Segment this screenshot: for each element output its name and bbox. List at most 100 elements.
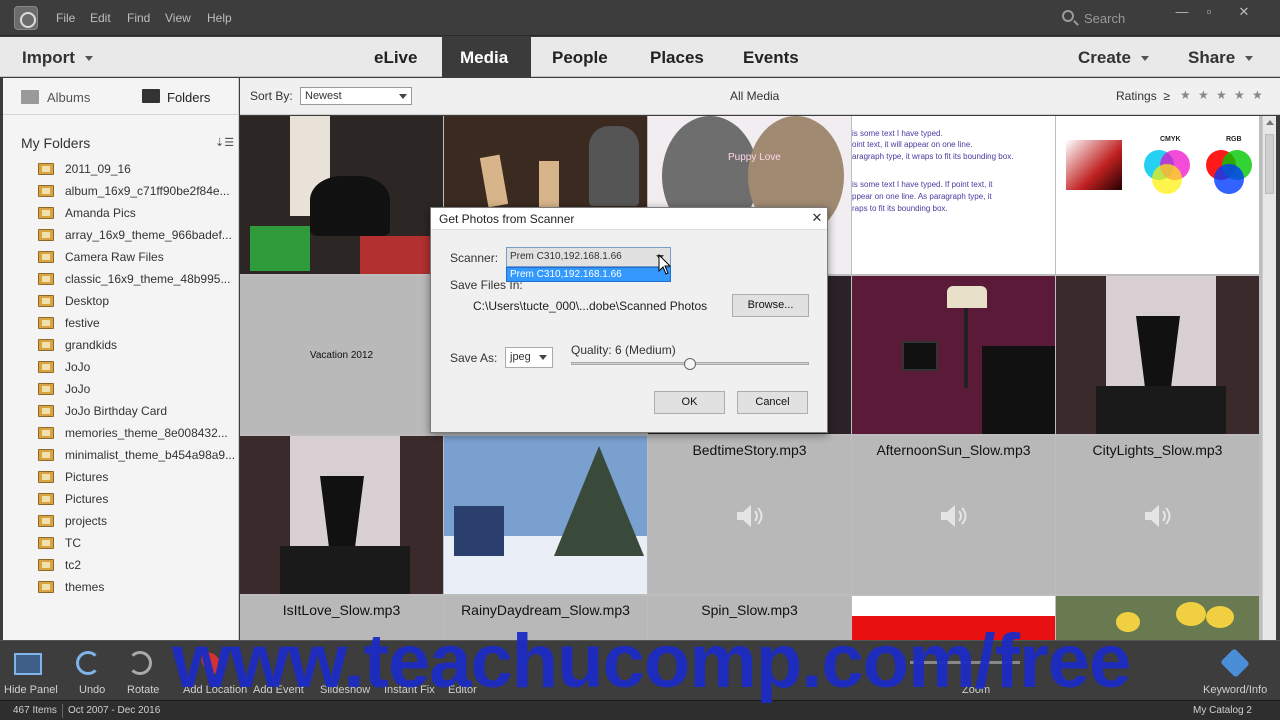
thumb-citylights[interactable]: CityLights_Slow.mp3 bbox=[1056, 436, 1259, 594]
folder-icon bbox=[38, 273, 54, 285]
catalog-name[interactable]: My Catalog 2 bbox=[1193, 705, 1252, 716]
folder-item[interactable]: 2011_09_16 bbox=[38, 159, 238, 179]
browse-button[interactable]: Browse... bbox=[732, 294, 809, 317]
left-panel: Albums Folders My Folders ⇣☰ 2011_09_16 a… bbox=[3, 78, 239, 640]
scroll-thumb[interactable] bbox=[1265, 134, 1274, 194]
menu-find[interactable]: Find bbox=[127, 11, 150, 25]
thumb-window-vase-2[interactable] bbox=[240, 436, 443, 594]
tab-media[interactable]: Media bbox=[442, 37, 531, 77]
cancel-button[interactable]: Cancel bbox=[737, 391, 808, 414]
tab-events[interactable]: Events bbox=[725, 37, 817, 77]
scroll-up-icon[interactable] bbox=[1266, 120, 1274, 125]
folder-label: 2011_09_16 bbox=[65, 162, 131, 176]
create-button[interactable]: Create bbox=[1078, 48, 1149, 68]
star-icon[interactable]: ★ bbox=[1252, 88, 1263, 102]
folder-item[interactable]: festive bbox=[38, 313, 238, 333]
menu-edit[interactable]: Edit bbox=[90, 11, 111, 25]
thumb-bedtimestory[interactable]: BedtimeStory.mp3 bbox=[648, 436, 851, 594]
folder-item[interactable]: Pictures bbox=[38, 489, 238, 509]
hide-panel-icon[interactable] bbox=[14, 653, 42, 675]
folder-label: festive bbox=[65, 316, 100, 330]
folder-item[interactable]: Desktop bbox=[38, 291, 238, 311]
saveas-select[interactable]: jpeg bbox=[505, 347, 553, 368]
thumb-lamp-room[interactable] bbox=[852, 276, 1055, 434]
chevron-down-icon bbox=[1140, 56, 1149, 62]
rgb-label: RGB bbox=[1226, 136, 1242, 143]
app-window: File Edit Find View Help Search — ▫ ✕ Im… bbox=[0, 0, 1280, 720]
keyword-info-label[interactable]: Keyword/Info bbox=[1203, 684, 1267, 696]
folder-item[interactable]: grandkids bbox=[38, 335, 238, 355]
tab-elive[interactable]: eLive bbox=[356, 37, 435, 77]
tab-albums[interactable]: Albums bbox=[47, 90, 90, 105]
folder-item[interactable]: TC bbox=[38, 533, 238, 553]
scanner-option[interactable]: Prem C310,192.168.1.66 bbox=[506, 267, 671, 282]
folder-view-menu-icon[interactable]: ⇣☰ bbox=[215, 136, 234, 149]
folder-item[interactable]: memories_theme_8e008432... bbox=[38, 423, 238, 443]
ok-button[interactable]: OK bbox=[654, 391, 725, 414]
folder-label: album_16x9_c71ff90be2f84e... bbox=[65, 184, 230, 198]
folder-item[interactable]: array_16x9_theme_966badef... bbox=[38, 225, 238, 245]
import-label: Import bbox=[22, 48, 75, 67]
thumb-text-doc[interactable]: is some text I have typed. oint text, it… bbox=[852, 116, 1055, 274]
keyword-tag-icon[interactable] bbox=[1220, 648, 1250, 678]
star-icon[interactable]: ★ bbox=[1198, 88, 1209, 102]
star-icon[interactable]: ★ bbox=[1216, 88, 1227, 102]
chevron-down-icon bbox=[84, 56, 93, 62]
scanner-select[interactable]: Prem C310,192.168.1.66 bbox=[506, 247, 671, 267]
thumb-window-vase[interactable] bbox=[1056, 276, 1259, 434]
search-box[interactable]: Search bbox=[1056, 8, 1166, 28]
date-range[interactable]: Oct 2007 - Dec 2016 bbox=[68, 705, 160, 716]
audio-caption: AfternoonSun_Slow.mp3 bbox=[876, 442, 1031, 458]
folder-item[interactable]: projects bbox=[38, 511, 238, 531]
minimize-button[interactable]: — bbox=[1172, 4, 1192, 22]
folder-icon bbox=[38, 471, 54, 483]
menu-view[interactable]: View bbox=[165, 11, 191, 25]
folder-item[interactable]: Pictures bbox=[38, 467, 238, 487]
thumb-snow-house[interactable] bbox=[444, 436, 647, 594]
star-icon[interactable]: ★ bbox=[1234, 88, 1245, 102]
thumb-color-models[interactable]: CMYK RGB bbox=[1056, 116, 1259, 274]
import-button[interactable]: Import bbox=[22, 48, 93, 68]
menu-file[interactable]: File bbox=[56, 11, 75, 25]
grid-scrollbar[interactable] bbox=[1262, 116, 1276, 640]
folder-label: JoJo bbox=[65, 360, 91, 374]
folder-item[interactable]: themes bbox=[38, 577, 238, 597]
speaker-icon bbox=[1145, 505, 1171, 527]
menu-help[interactable]: Help bbox=[207, 11, 232, 25]
folder-item[interactable]: Camera Raw Files bbox=[38, 247, 238, 267]
hide-panel-label[interactable]: Hide Panel bbox=[4, 684, 58, 696]
thumb-afternoonsun[interactable]: AfternoonSun_Slow.mp3 bbox=[852, 436, 1055, 594]
undo-label[interactable]: Undo bbox=[79, 684, 105, 696]
color-picker-shape bbox=[1066, 140, 1122, 190]
thumb-vacation-2012[interactable]: Vacation 2012 bbox=[240, 276, 443, 434]
tab-places[interactable]: Places bbox=[632, 37, 722, 77]
chair-shape bbox=[982, 346, 1055, 434]
undo-icon[interactable] bbox=[76, 651, 100, 675]
star-icon[interactable]: ★ bbox=[1180, 88, 1191, 102]
folder-item[interactable]: album_16x9_c71ff90be2f84e... bbox=[38, 181, 238, 201]
folder-item[interactable]: JoJo Birthday Card bbox=[38, 401, 238, 421]
chevron-down-icon bbox=[1245, 56, 1254, 62]
folder-item[interactable]: minimalist_theme_b454a98a9... bbox=[38, 445, 238, 465]
yellow-circle bbox=[1152, 164, 1182, 194]
tree-shape bbox=[554, 446, 644, 556]
thumb-dog-presents[interactable] bbox=[240, 116, 443, 274]
rotate-icon[interactable] bbox=[128, 651, 152, 675]
tab-people[interactable]: People bbox=[534, 37, 626, 77]
rotate-label[interactable]: Rotate bbox=[127, 684, 159, 696]
folder-item[interactable]: Amanda Pics bbox=[38, 203, 238, 223]
tab-folders[interactable]: Folders bbox=[167, 90, 210, 105]
ratings-operator[interactable]: ≥ bbox=[1163, 89, 1170, 103]
close-window-button[interactable]: ✕ bbox=[1234, 4, 1254, 22]
folder-icon bbox=[38, 449, 54, 461]
folder-item[interactable]: classic_16x9_theme_48b995... bbox=[38, 269, 238, 289]
folder-item[interactable]: JoJo bbox=[38, 379, 238, 399]
quality-slider-thumb[interactable] bbox=[684, 358, 696, 370]
share-button[interactable]: Share bbox=[1188, 48, 1254, 68]
puppy-love-caption: Puppy Love bbox=[728, 152, 781, 163]
folder-item[interactable]: tc2 bbox=[38, 555, 238, 575]
folder-item[interactable]: JoJo bbox=[38, 357, 238, 377]
close-icon[interactable]: ✕ bbox=[809, 210, 825, 226]
sortby-select[interactable]: Newest bbox=[300, 87, 412, 105]
maximize-button[interactable]: ▫ bbox=[1199, 4, 1219, 22]
